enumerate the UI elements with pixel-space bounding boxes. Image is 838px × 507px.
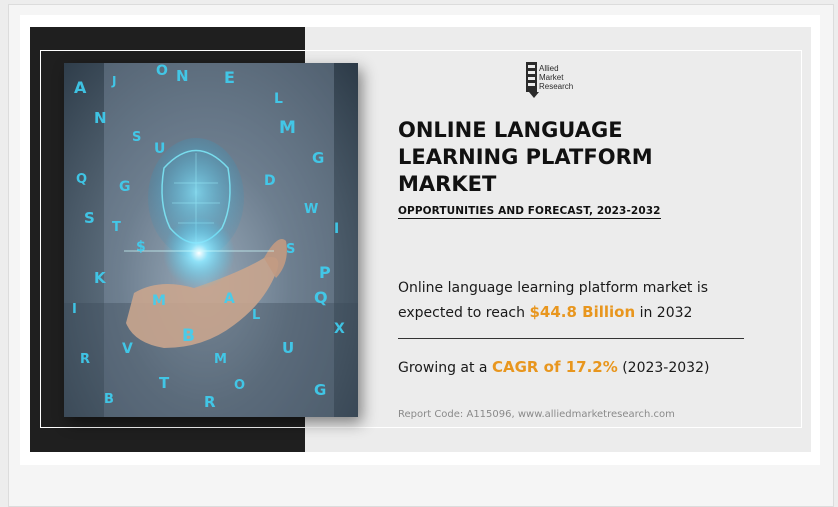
svg-text:N: N	[176, 67, 189, 85]
section-divider	[398, 338, 744, 339]
svg-text:R: R	[80, 352, 90, 367]
svg-text:K: K	[94, 269, 107, 287]
svg-text:A: A	[224, 291, 235, 307]
svg-text:L: L	[274, 91, 283, 107]
svg-text:Q: Q	[314, 288, 328, 307]
svg-text:I: I	[334, 221, 339, 237]
market-size-value: $44.8 Billion	[529, 303, 636, 321]
svg-text:L: L	[252, 308, 260, 323]
cagr-statement: Growing at a CAGR of 17.2% (2023-2032)	[398, 356, 758, 379]
svg-text:E: E	[224, 68, 235, 87]
cagr-prefix: Growing at a	[398, 360, 492, 376]
svg-text:N: N	[94, 109, 107, 127]
svg-text:M: M	[152, 293, 166, 309]
svg-text:S: S	[84, 209, 95, 227]
title-line: ONLINE LANGUAGE	[398, 118, 623, 142]
svg-text:O: O	[156, 63, 168, 79]
svg-text:M: M	[214, 352, 227, 367]
svg-text:J: J	[111, 74, 116, 88]
logo-mark-icon	[526, 62, 537, 92]
svg-text:Q: Q	[76, 172, 87, 187]
svg-text:T: T	[159, 374, 170, 392]
svg-text:U: U	[154, 141, 165, 157]
svg-text:$: $	[136, 239, 146, 255]
svg-text:V: V	[122, 341, 133, 357]
allied-market-research-logo: Allied Market Research	[526, 62, 596, 100]
logo-wordmark: Allied Market Research	[539, 64, 573, 91]
svg-text:D: D	[264, 173, 276, 189]
svg-text:W: W	[304, 202, 318, 217]
svg-text:A: A	[74, 78, 87, 97]
svg-text:G: G	[314, 381, 326, 399]
svg-text:T: T	[112, 220, 121, 235]
svg-text:B: B	[182, 326, 195, 346]
svg-text:U: U	[282, 339, 294, 357]
svg-text:P: P	[319, 263, 331, 282]
hero-image: A J O N E L N S U M G Q G D W S T I $ S …	[64, 63, 358, 417]
logo-line: Research	[539, 82, 574, 91]
svg-text:B: B	[104, 392, 114, 407]
svg-text:R: R	[204, 393, 216, 411]
logo-tail	[529, 92, 539, 98]
svg-text:S: S	[132, 130, 141, 145]
market-size-suffix: in 2032	[635, 305, 693, 321]
report-subtitle: OPPORTUNITIES AND FORECAST, 2023-2032	[398, 205, 661, 219]
logo-line: Allied	[539, 64, 559, 73]
svg-text:M: M	[279, 118, 296, 138]
svg-text:S: S	[286, 242, 295, 257]
cagr-suffix: (2023-2032)	[617, 360, 710, 376]
logo-line: Market	[539, 73, 564, 82]
title-line: MARKET	[398, 172, 497, 196]
market-size-statement: Online language learning platform market…	[398, 276, 758, 325]
svg-text:O: O	[234, 378, 245, 393]
svg-text:X: X	[334, 321, 345, 337]
svg-text:I: I	[72, 302, 77, 317]
title-line: LEARNING PLATFORM	[398, 145, 653, 169]
report-title: ONLINE LANGUAGE LEARNING PLATFORM MARKET	[398, 117, 778, 198]
svg-text:G: G	[312, 149, 324, 167]
svg-text:G: G	[119, 179, 131, 195]
report-code-footer: Report Code: A115096, www.alliedmarketre…	[398, 409, 675, 420]
cagr-value: CAGR of 17.2%	[491, 358, 618, 376]
